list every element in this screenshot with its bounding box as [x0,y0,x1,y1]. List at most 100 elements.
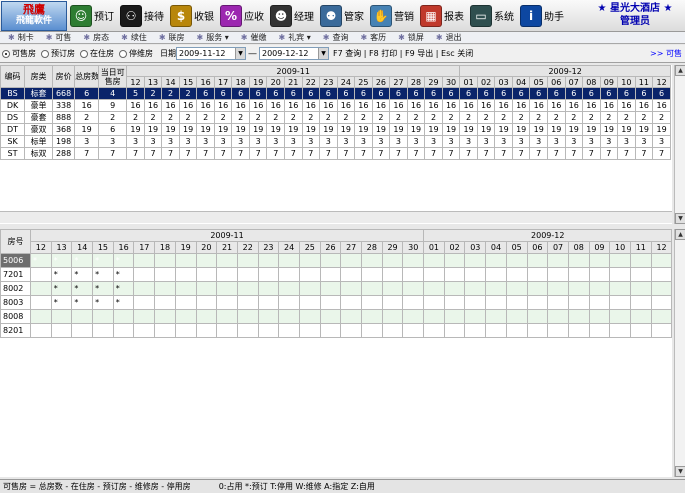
availability-cell[interactable]: 3 [617,135,636,148]
availability-cell[interactable]: 3 [494,135,513,148]
radio-button[interactable] [119,49,127,58]
availability-cell[interactable]: 2 [178,87,198,100]
booking-cell[interactable] [298,323,321,338]
booking-cell[interactable] [547,323,569,338]
availability-cell[interactable]: 2 [196,111,215,124]
booking-cell[interactable] [381,253,404,268]
booking-cell[interactable] [650,267,672,282]
availability-cell[interactable]: 16 [564,99,584,112]
booking-cell[interactable] [547,281,569,296]
booking-cell[interactable] [361,281,383,296]
availability-cell[interactable]: 7 [494,147,513,160]
availability-cell[interactable]: 19 [582,123,601,136]
availability-cell[interactable]: 6 [301,87,321,100]
booking-cell[interactable] [629,253,652,268]
availability-cell[interactable]: 7 [406,147,426,160]
availability-cell[interactable]: 6 [494,87,513,100]
room-filter-radio-1[interactable]: 预订房 [41,48,75,59]
room-filter-radio-2[interactable]: 在住房 [80,48,114,59]
availability-cell[interactable]: 16 [126,99,145,112]
availability-cell[interactable]: 16 [617,99,636,112]
availability-cell[interactable]: 2 [301,111,321,124]
availability-cell[interactable]: 6 [284,87,303,100]
availability-cell[interactable]: 19 [319,123,338,136]
booking-cell[interactable]: * [50,295,73,310]
booking-cell[interactable] [298,295,321,310]
booking-cell[interactable] [505,295,528,310]
availability-cell[interactable]: 16 [213,99,233,112]
booking-cell[interactable] [278,267,300,282]
availability-cell[interactable]: 2 [599,111,619,124]
booking-cell[interactable] [319,267,342,282]
booking-cell[interactable] [361,309,383,324]
availability-cell[interactable]: 3 [213,135,233,148]
booking-cell[interactable] [485,267,507,282]
availability-cell[interactable]: 7 [354,147,373,160]
booking-cell[interactable] [257,323,280,338]
availability-cell[interactable]: 7 [284,147,303,160]
booking-cell[interactable]: * [92,267,114,282]
room-row[interactable]: 7201 * * * * [0,267,672,282]
availability-cell[interactable]: 16 [511,99,531,112]
room-row[interactable]: 5006 * * * * * [0,253,672,268]
availability-cell[interactable]: 2 [652,111,671,124]
availability-cell[interactable]: 3 [231,135,250,148]
availability-cell[interactable]: 19 [178,123,198,136]
availability-cell[interactable]: 16 [441,99,461,112]
booking-cell[interactable] [257,267,280,282]
availability-cell[interactable]: 19 [441,123,461,136]
booking-cell[interactable] [588,281,611,296]
chevron-down-icon[interactable]: ▼ [318,48,328,59]
availability-cell[interactable]: 7 [336,147,356,160]
booking-cell[interactable] [567,323,590,338]
availability-cell[interactable]: 19 [529,123,548,136]
booking-cell[interactable]: * [71,267,94,282]
availability-cell[interactable]: 19 [652,123,671,136]
booking-cell[interactable] [464,295,487,310]
booking-cell[interactable]: * [50,281,73,296]
booking-cell[interactable] [588,253,611,268]
scroll-down-arrow-icon[interactable]: ▼ [675,466,685,477]
booking-cell[interactable]: * [112,281,135,296]
availability-cell[interactable]: 3 [389,135,408,148]
availability-cell[interactable]: 3 [354,135,373,148]
booking-cell[interactable] [50,323,73,338]
booking-cell[interactable] [443,295,466,310]
booking-cell[interactable] [567,253,590,268]
toolbar-button-8[interactable]: ▭ 系统 [467,1,517,31]
booking-cell[interactable] [650,281,672,296]
room-row[interactable]: 8008 [0,309,672,324]
availability-cell[interactable]: 7 [143,147,163,160]
booking-cell[interactable] [174,281,197,296]
availability-cell[interactable]: 2 [213,111,233,124]
availability-cell[interactable]: 7 [196,147,215,160]
booking-cell[interactable] [216,253,238,268]
export-button[interactable]: F9 导出 [405,49,433,58]
booking-cell[interactable] [443,281,466,296]
booking-cell[interactable] [609,267,631,282]
availability-cell[interactable]: 3 [143,135,163,148]
availability-cell[interactable]: 16 [231,99,250,112]
availability-cell[interactable]: 19 [494,123,513,136]
availability-cell[interactable]: 3 [546,135,566,148]
availability-cell[interactable]: 2 [441,111,461,124]
booking-cell[interactable] [547,253,569,268]
booking-cell[interactable] [567,267,590,282]
availability-cell[interactable]: 19 [476,123,496,136]
room-type-row[interactable]: DS 豪套 888 2 2 2 2 2 2 2 2 2 2 2 2 2 2 2 2 2 2 2 2 2 2 2 2 2 2 2 2 2 2 2 2 2 [0,111,671,124]
availability-cell[interactable]: 16 [459,99,478,112]
availability-cell[interactable]: 7 [389,147,408,160]
availability-cell[interactable]: 2 [126,111,145,124]
booking-cell[interactable] [257,309,280,324]
booking-cell[interactable]: * [50,253,73,268]
availability-cell[interactable]: 6 [459,87,478,100]
availability-cell[interactable]: 7 [582,147,601,160]
availability-cell[interactable]: 6 [617,87,636,100]
booking-cell[interactable] [485,253,507,268]
availability-cell[interactable]: 5 [126,87,145,100]
availability-cell[interactable]: 16 [424,99,443,112]
room-type-row[interactable]: SK 标单 198 3 3 3 3 3 3 3 3 3 3 3 3 3 3 3 3 3 3 3 3 3 3 3 3 3 3 3 3 3 3 3 3 3 [0,135,671,148]
availability-cell[interactable]: 3 [634,135,654,148]
booking-cell[interactable] [154,281,176,296]
date-to-picker[interactable]: 2009-12-12 ▼ [259,47,329,60]
